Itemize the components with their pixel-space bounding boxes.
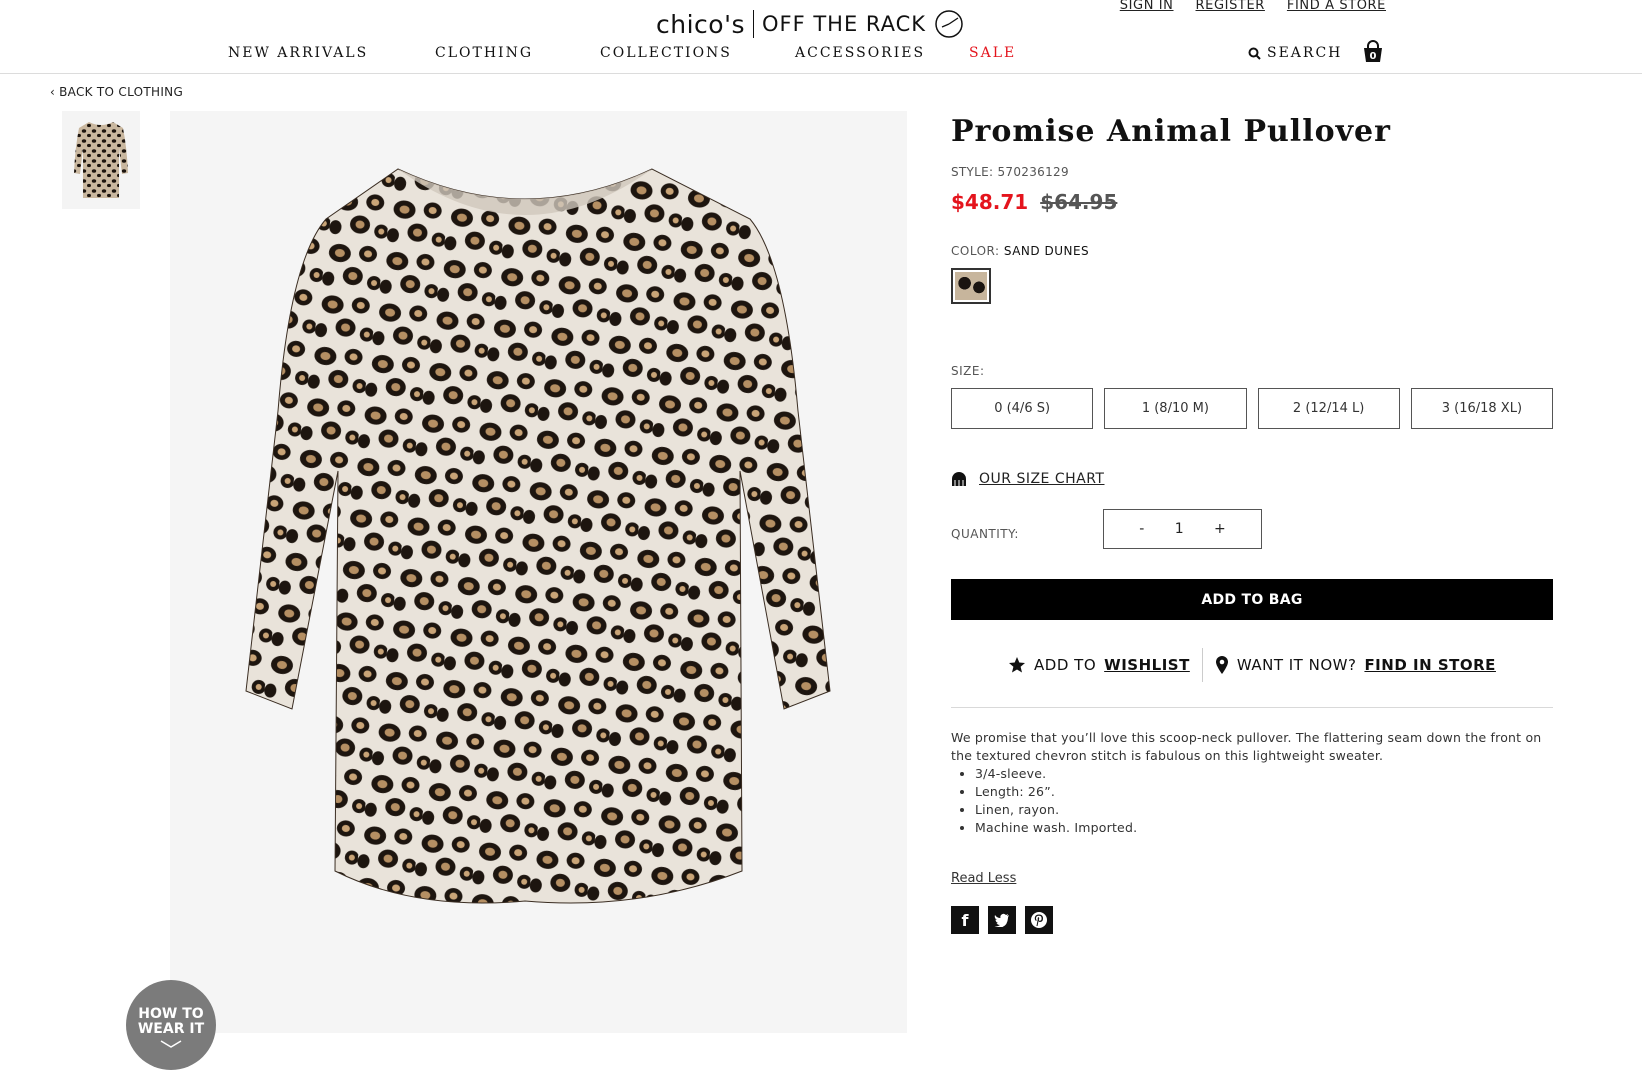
add-to-wishlist-link[interactable]: WISHLIST [1104,656,1190,674]
nav-accessories[interactable]: ACCESSORIES [795,45,925,61]
feature-list: 3/4-sleeve. Length: 26”. Linen, rayon. M… [975,765,1553,837]
add-to-bag-button[interactable]: ADD TO BAG [951,579,1553,620]
thumbnail-image [74,122,128,198]
read-less-link[interactable]: Read Less [951,871,1016,886]
sale-price: $48.71 [951,190,1029,214]
bag-count: 0 [1370,51,1377,62]
product-description: We promise that you’ll love this scoop-n… [951,729,1553,837]
product-info: Promise Animal Pullover STYLE: 570236129… [951,111,1553,934]
register-link[interactable]: REGISTER [1196,0,1265,13]
social-share: f [951,906,1553,934]
main-nav: NEW ARRIVALS CLOTHING COLLECTIONS ACCESS… [0,45,1642,65]
find-in-store-group: WANT IT NOW? FIND IN STORE [1215,655,1496,675]
chevron-down-icon [160,1040,182,1048]
size-option-3[interactable]: 3 (16/18 XL) [1410,388,1553,429]
size-options: 0 (4/6 S) 1 (8/10 M) 2 (12/14 L) 3 (16/1… [951,388,1553,429]
how-to-wear-it-button[interactable]: HOW TO WEAR IT [126,980,216,1070]
facebook-icon: f [961,910,969,930]
twitter-share-button[interactable] [988,906,1016,934]
color-label: COLOR: [951,244,1000,258]
size-option-2[interactable]: 2 (12/14 L) [1257,388,1400,429]
back-to-clothing-link[interactable]: ‹ BACK TO CLOTHING [50,85,183,99]
how-to-line1: HOW TO [138,1006,204,1022]
secondary-actions: ADD TO WISHLIST WANT IT NOW? FIND IN STO… [951,648,1553,682]
feature-item: Linen, rayon. [975,801,1553,819]
quantity-value[interactable]: 1 [1175,521,1184,537]
quantity-stepper: - 1 + [1103,509,1262,549]
size-option-1[interactable]: 1 (8/10 M) [1104,388,1247,429]
feature-item: Length: 26”. [975,783,1553,801]
product-main-image[interactable] [170,111,907,1033]
how-to-line2: WEAR IT [137,1021,205,1037]
chevron-left-icon: ‹ [50,85,56,99]
site-header: chico's OFF THE RACK SIGN IN REGISTER FI… [0,0,1642,74]
map-pin-icon [1215,656,1228,674]
back-label: BACK TO CLOTHING [59,85,184,99]
divider [951,707,1553,708]
description-text: We promise that you’ll love this scoop-n… [951,730,1542,763]
search-button[interactable]: SEARCH [1248,45,1342,61]
size-label: SIZE: [951,364,985,378]
quantity-decrease-button[interactable]: - [1139,521,1144,537]
wishlist-prefix: ADD TO [1034,656,1097,674]
store-prefix: WANT IT NOW? [1236,656,1357,674]
original-price: $64.95 [1040,190,1118,214]
pinterest-icon [1031,912,1047,928]
pinterest-share-button[interactable] [1025,906,1053,934]
bag-icon: 0 [1364,40,1382,62]
price-block: $48.71 $64.95 [951,190,1553,214]
product-style-number: STYLE: 570236129 [951,165,1069,179]
size-chart-link[interactable]: OUR SIZE CHART [979,471,1105,487]
utility-links: SIGN IN REGISTER FIND A STORE [1120,0,1386,13]
color-row: COLOR: SAND DUNES [951,244,1553,258]
search-label: SEARCH [1267,45,1343,61]
actions-divider [1201,648,1203,682]
dress-form-icon [952,472,966,486]
swatch-image [955,272,987,300]
quantity-row: QUANTITY: - 1 + [951,509,1553,549]
nav-new-arrivals[interactable]: NEW ARRIVALS [228,45,368,61]
product-title: Promise Animal Pullover [951,114,1391,149]
color-value: SAND DUNES [1003,244,1090,258]
nav-clothing[interactable]: CLOTHING [435,45,533,61]
size-option-0[interactable]: 0 (4/6 S) [951,388,1094,429]
size-chart-row: OUR SIZE CHART [951,471,1553,487]
color-swatch-sand-dunes[interactable] [951,268,991,304]
twitter-icon [994,913,1009,927]
shopping-bag-button[interactable]: 0 [1362,40,1384,64]
nav-collections[interactable]: COLLECTIONS [600,45,732,61]
facebook-share-button[interactable]: f [951,906,979,934]
wishlist-group: ADD TO WISHLIST [1008,656,1190,674]
quantity-label: QUANTITY: [951,527,1019,541]
quantity-increase-button[interactable]: + [1214,521,1226,537]
logo-divider [752,10,754,38]
search-icon [1248,47,1261,60]
feature-item: Machine wash. Imported. [975,819,1553,837]
logo-clock-icon [935,10,963,38]
sign-in-link[interactable]: SIGN IN [1120,0,1174,13]
find-in-store-link[interactable]: FIND IN STORE [1364,656,1496,674]
feature-item: 3/4-sleeve. [975,765,1553,783]
find-a-store-link[interactable]: FIND A STORE [1287,0,1386,13]
logo-sub: OFF THE RACK [761,12,927,36]
nav-sale[interactable]: SALE [969,45,1016,61]
product-thumbnail[interactable] [62,111,140,209]
logo-brand: chico's [656,9,745,39]
star-icon [1009,657,1026,673]
leopard-pullover-image [245,168,831,904]
logo[interactable]: chico's OFF THE RACK [656,6,964,42]
